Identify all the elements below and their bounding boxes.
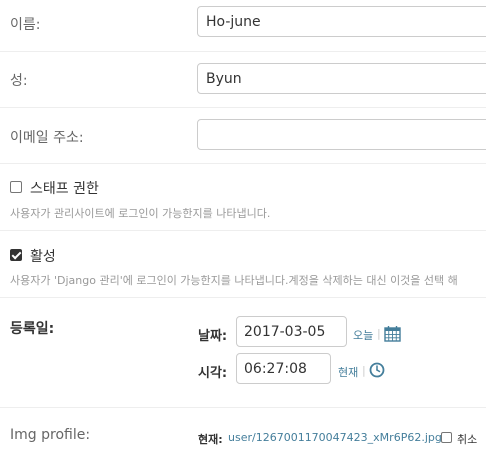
email-label: 이메일 주소: — [10, 130, 84, 146]
staff-status-help: 사용자가 관리사이트에 로그인이 가능한지를 나타냅니다. — [10, 207, 271, 220]
form-row-active: 활성 사용자가 'Django 관리'에 로그인이 가능한지를 나타냅니다.계정… — [0, 230, 486, 298]
form-row-staff-status: 스태프 권한 사용자가 관리사이트에 로그인이 가능한지를 나타냅니다. — [0, 163, 486, 231]
active-label: 활성 — [30, 249, 56, 265]
staff-status-label: 스태프 권한 — [30, 181, 99, 197]
form-row-date-joined: 등록일: 날짜: 오늘 | 시각: 현재 | — [0, 297, 486, 408]
first-name-label: 이름: — [10, 17, 41, 33]
img-profile-label: Img profile: — [10, 427, 91, 443]
clock-icon[interactable] — [369, 362, 385, 382]
last-name-input[interactable] — [197, 63, 486, 94]
form-row-email: 이메일 주소: — [0, 107, 486, 164]
clear-file-checkbox[interactable] — [441, 432, 452, 443]
user-change-form: 이름: 성: 이메일 주소: 스태프 권한 사용자가 관리사이트에 로그인이 가… — [0, 0, 486, 450]
calendar-icon[interactable] — [384, 325, 401, 346]
current-file-label: 현재: — [198, 433, 223, 446]
now-separator: | — [362, 364, 366, 377]
form-row-img-profile: Img profile: 현재: user/1267001170047423_x… — [0, 407, 486, 450]
current-file-link[interactable]: user/1267001170047423_xMr6P62.jpg — [228, 431, 442, 444]
time-input[interactable] — [236, 353, 331, 384]
active-help: 사용자가 'Django 관리'에 로그인이 가능한지를 나타냅니다.계정을 삭… — [10, 274, 458, 287]
time-label: 시각: — [198, 366, 228, 381]
email-input[interactable] — [197, 119, 486, 150]
today-separator: | — [377, 327, 381, 340]
date-joined-label: 등록일: — [10, 321, 55, 337]
today-link[interactable]: 오늘 — [353, 327, 373, 343]
date-input[interactable] — [236, 316, 347, 347]
now-link[interactable]: 현재 — [338, 364, 358, 380]
first-name-input[interactable] — [197, 6, 486, 37]
last-name-label: 성: — [10, 73, 28, 89]
clear-file-label: 취소 — [457, 433, 478, 446]
date-label: 날짜: — [198, 329, 228, 344]
form-row-first-name: 이름: — [0, 0, 486, 52]
active-checkbox[interactable] — [10, 249, 22, 261]
form-row-last-name: 성: — [0, 51, 486, 108]
staff-status-checkbox[interactable] — [10, 181, 22, 193]
